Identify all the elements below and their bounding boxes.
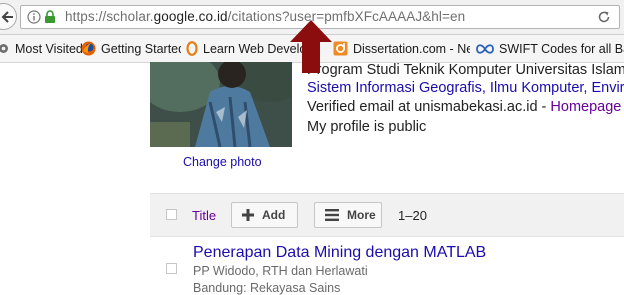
bookmark-label: SWIFT Codes for all Ba... xyxy=(499,41,624,56)
dissertation-icon xyxy=(333,41,348,56)
bookmark-swift-codes[interactable]: SWIFT Codes for all Ba... xyxy=(476,35,624,62)
profile-affiliation: Program Studi Teknik Komputer Universita… xyxy=(307,62,624,78)
sort-by-title[interactable]: Title xyxy=(192,208,216,223)
verified-email: Verified email at unismabekasi.ac.id xyxy=(307,99,538,115)
url-prefix: https://scholar. xyxy=(65,9,154,24)
change-photo-link[interactable]: Change photo xyxy=(183,155,262,169)
plus-icon xyxy=(242,209,254,221)
opera-icon xyxy=(186,41,198,56)
bookmark-learn-web-develop[interactable]: Learn Web Develop xyxy=(186,35,304,62)
url-host: google.co.id xyxy=(153,9,228,24)
bookmark-label: Dissertation.com - Ne... xyxy=(353,41,470,56)
back-arrow-icon xyxy=(1,11,13,23)
reload-icon[interactable] xyxy=(597,10,611,24)
infinity-icon xyxy=(476,43,494,54)
publications-toolbar: Title Add More 1–20 xyxy=(150,193,624,237)
menu-icon xyxy=(325,209,339,221)
profile-visibility: My profile is public xyxy=(307,119,427,135)
url-text[interactable]: https://scholar.google.co.id/citations?u… xyxy=(65,9,465,24)
result-range: 1–20 xyxy=(398,208,427,223)
publication-title-link[interactable]: Penerapan Data Mining dengan MATLAB xyxy=(193,244,486,262)
publication-authors: PP Widodo, RTH dan Herlawati xyxy=(193,264,368,278)
red-arrow-annotation xyxy=(290,20,332,73)
profile-photo-image xyxy=(150,62,292,147)
info-icon[interactable] xyxy=(27,10,41,24)
profile-interests-link[interactable]: Sistem Informasi Geografis, Ilmu Kompute… xyxy=(307,80,624,96)
select-all-checkbox[interactable] xyxy=(166,209,177,220)
lock-icon xyxy=(45,10,55,23)
bookmark-label: Getting Started xyxy=(101,41,181,56)
bookmark-label: Most Visited xyxy=(15,41,83,56)
email-separator: - xyxy=(537,99,551,115)
back-button[interactable] xyxy=(0,3,17,30)
bookmark-getting-started[interactable]: Getting Started xyxy=(81,35,181,62)
add-button-label: Add xyxy=(262,208,286,222)
firefox-icon xyxy=(81,41,96,56)
gear-icon xyxy=(0,44,8,53)
more-button[interactable]: More xyxy=(314,202,382,228)
profile-photo[interactable] xyxy=(150,62,292,147)
bookmark-dissertation[interactable]: Dissertation.com - Ne... xyxy=(333,35,470,62)
url-path: /citations?user=pmfbXFcAAAAJ&hl=en xyxy=(227,9,466,24)
profile-email-line: Verified email at unismabekasi.ac.id - H… xyxy=(307,99,621,115)
homepage-link[interactable]: Homepage xyxy=(550,99,621,115)
publication-venue: Bandung: Rekayasa Sains xyxy=(193,281,341,295)
add-button[interactable]: Add xyxy=(231,202,298,228)
more-button-label: More xyxy=(347,208,376,222)
publication-checkbox[interactable] xyxy=(166,263,177,274)
